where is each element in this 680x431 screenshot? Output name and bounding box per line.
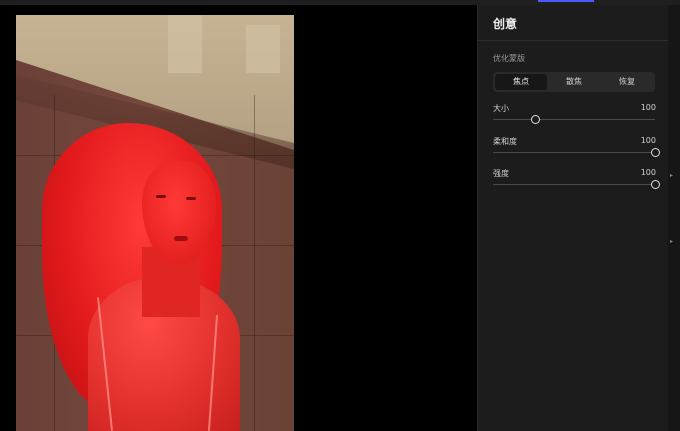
active-tab-indicator [538,0,594,2]
softness-slider[interactable] [493,148,660,157]
section-title: 优化蒙版 [493,54,525,63]
subject-eye [186,197,196,200]
subject-eye [156,195,166,198]
photo-preview[interactable] [16,15,294,431]
strength-value: 100 [640,168,656,177]
chevron-right-icon[interactable]: ▸ [670,238,673,245]
chevron-right-icon[interactable]: ▸ [670,172,673,179]
softness-value: 100 [640,136,656,145]
strength-slider[interactable] [493,180,660,189]
size-label: 大小 [493,104,509,113]
size-slider[interactable] [493,115,655,124]
softness-slider-thumb[interactable] [651,148,660,157]
strength-slider-thumb[interactable] [651,180,660,189]
size-slider-thumb[interactable] [531,115,541,124]
creative-panel: 创意 优化蒙版 焦点 散焦 恢复 大小 100 柔和度 100 强度 100 [477,5,669,431]
tile-line [254,95,255,431]
mode-segmented-control: 焦点 散焦 恢复 [493,72,655,92]
subject-lips [174,236,188,241]
softness-label: 柔和度 [493,137,517,146]
panel-divider [478,40,669,41]
size-value: 100 [640,103,656,112]
strength-label: 强度 [493,169,509,178]
wall-stripe [246,25,280,73]
image-canvas[interactable] [0,5,477,431]
mode-focus-button[interactable]: 焦点 [495,74,547,90]
panel-title: 创意 [493,17,518,31]
mode-restore-button[interactable]: 恢复 [601,74,653,90]
wall-stripe [168,15,202,73]
panel-scrollbar[interactable] [668,5,680,431]
mode-defocus-button[interactable]: 散焦 [548,74,600,90]
